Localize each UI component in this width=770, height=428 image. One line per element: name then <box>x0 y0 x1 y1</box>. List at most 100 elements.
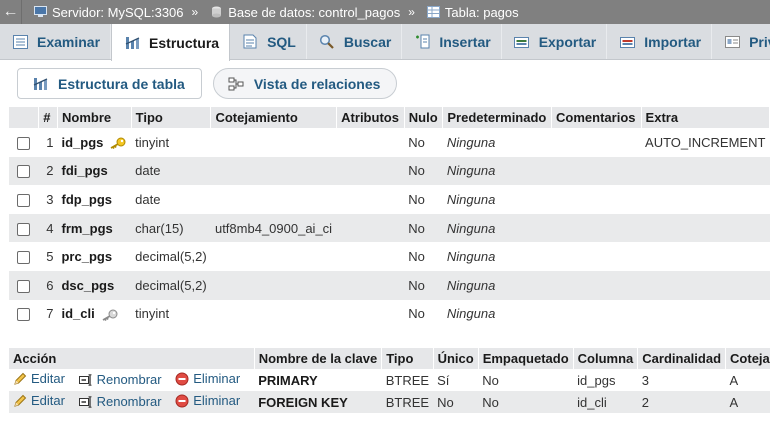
column-default: Ninguna <box>442 213 552 243</box>
delete-label: Eliminar <box>193 371 241 387</box>
index-type: BTREE <box>381 369 434 391</box>
column-name: dsc_pgs <box>57 270 132 300</box>
column-attributes <box>336 213 405 243</box>
index-column: id_pgs <box>573 369 638 391</box>
delete-index-link[interactable]: Eliminar <box>175 393 240 408</box>
rename-index-link[interactable]: Renombrar <box>78 372 162 388</box>
row-checkbox[interactable] <box>17 279 30 293</box>
rename-label: Renombrar <box>96 372 162 388</box>
index-header-unique: Único <box>433 348 479 369</box>
breadcrumb-server[interactable]: Servidor: MySQL:3306 <box>34 5 184 20</box>
column-header-attributes[interactable]: Atributos <box>336 107 405 128</box>
structure-icon <box>124 35 140 51</box>
breadcrumb-server-label: Servidor: MySQL:3306 <box>52 4 184 20</box>
edit-index-link[interactable]: Editar <box>13 371 65 386</box>
row-checkbox[interactable] <box>17 136 30 150</box>
column-name: id_cli <box>57 299 132 329</box>
column-collation <box>210 242 337 271</box>
column-attributes <box>336 270 405 300</box>
breadcrumb-table[interactable]: Tabla: pagos <box>426 5 519 20</box>
row-checkbox[interactable] <box>17 222 30 236</box>
row-checkbox[interactable] <box>17 194 30 208</box>
tab-import-label: Importar <box>644 33 702 50</box>
row-number: 5 <box>38 242 58 271</box>
delete-index-link[interactable]: Eliminar <box>175 371 240 386</box>
back-arrow-icon[interactable]: ← <box>0 0 22 24</box>
column-comments <box>551 156 642 186</box>
export-icon <box>514 34 530 50</box>
row-checkbox[interactable] <box>17 308 30 322</box>
column-header-collation[interactable]: Cotejamiento <box>210 107 338 128</box>
privileges-icon <box>724 34 740 50</box>
column-header-extra[interactable]: Extra <box>641 107 770 128</box>
rename-index-link[interactable]: Renombrar <box>78 394 162 409</box>
server-icon <box>34 6 47 17</box>
tab-sql[interactable]: SQL <box>230 24 307 59</box>
insert-icon <box>414 34 430 50</box>
relation-view-button[interactable]: Vista de relaciones <box>212 68 398 99</box>
column-null: No <box>404 156 443 186</box>
column-extra <box>641 156 770 186</box>
column-type: decimal(5,2) <box>131 242 211 271</box>
index-column: id_cli <box>573 391 638 413</box>
index-collation: A <box>725 391 770 413</box>
column-default: Ninguna <box>442 128 552 157</box>
index-header-column: Columna <box>573 348 639 369</box>
column-comments <box>551 242 642 271</box>
edit-label: Editar <box>31 371 65 387</box>
column-header-null[interactable]: Nulo <box>404 107 444 128</box>
column-comments <box>551 213 642 243</box>
column-null: No <box>404 185 443 214</box>
column-comments <box>551 185 642 214</box>
breadcrumb-separator: » <box>408 5 415 19</box>
table-row: 5 prc_pgs decimal(5,2) No Ninguna <box>9 242 770 271</box>
delete-icon <box>175 394 189 408</box>
structure-subnav: Estructura de tabla Vista de relaciones <box>17 68 398 99</box>
column-comments <box>551 128 642 157</box>
table-structure-label: Estructura de tabla <box>58 75 185 92</box>
column-collation <box>210 128 337 157</box>
index-actions: Editar Renombrar Eliminar <box>9 369 255 391</box>
tab-search[interactable]: Buscar <box>307 24 403 59</box>
tab-privileges[interactable]: Privile <box>712 24 770 59</box>
structure-icon <box>32 76 48 92</box>
column-name: prc_pgs <box>57 242 132 271</box>
tab-browse[interactable]: Examinar <box>0 24 112 59</box>
tab-import[interactable]: Importar <box>607 24 713 59</box>
edit-index-link[interactable]: Editar <box>13 393 65 408</box>
tab-structure[interactable]: Estructura <box>111 24 231 61</box>
row-number: 6 <box>38 270 58 300</box>
select-column-header <box>9 107 40 128</box>
relation-icon <box>228 76 244 92</box>
row-number: 7 <box>38 299 58 329</box>
breadcrumb-database[interactable]: Base de datos: control_pagos <box>210 5 400 20</box>
browse-icon <box>12 34 28 50</box>
row-number: 4 <box>38 213 58 243</box>
column-header-name[interactable]: Nombre <box>57 107 132 128</box>
row-checkbox[interactable] <box>17 251 30 265</box>
column-header-type[interactable]: Tipo <box>131 107 212 128</box>
index-actions: Editar Renombrar Eliminar <box>9 391 255 413</box>
column-default: Ninguna <box>442 156 552 186</box>
tab-insert[interactable]: Insertar <box>402 24 502 59</box>
column-null: No <box>404 270 443 300</box>
column-null: No <box>404 213 443 243</box>
row-checkbox[interactable] <box>17 165 30 179</box>
table-structure-button[interactable]: Estructura de tabla <box>17 68 202 99</box>
tab-export[interactable]: Exportar <box>502 24 608 59</box>
column-collation <box>210 185 337 214</box>
rename-icon <box>78 373 93 387</box>
table-row: 4 frm_pgs char(15) utf8mb4_0900_ai_ci No… <box>9 213 770 243</box>
column-extra <box>641 242 770 271</box>
column-default: Ninguna <box>442 299 552 329</box>
column-header-number[interactable]: # <box>38 107 58 128</box>
tab-search-label: Buscar <box>343 33 392 50</box>
column-header-default[interactable]: Predeterminado <box>442 107 553 128</box>
column-attributes <box>336 128 405 157</box>
column-name: fdi_pgs <box>57 156 132 186</box>
column-attributes <box>336 185 405 214</box>
tab-structure-label: Estructura <box>149 34 220 51</box>
column-type: date <box>131 185 211 214</box>
column-header-comments[interactable]: Comentarios <box>551 107 642 128</box>
table-row: 1 id_pgs tinyint No Ninguna AUTO_INCREME… <box>9 128 770 157</box>
